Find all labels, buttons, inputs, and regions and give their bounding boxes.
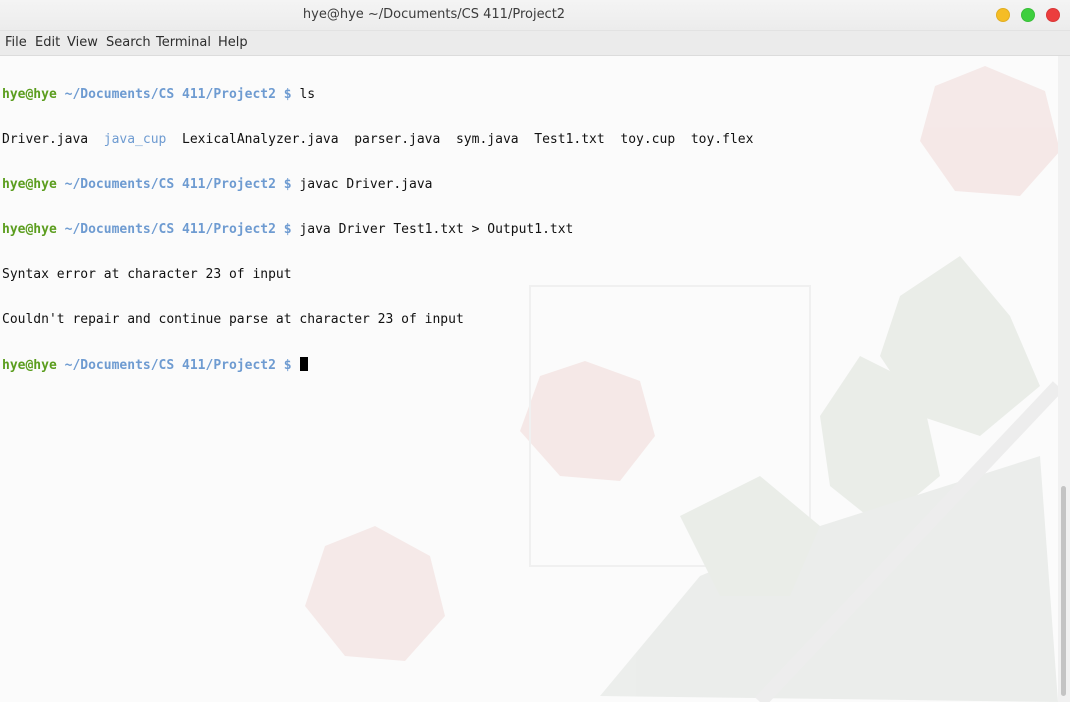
menu-edit[interactable]: Edit (35, 35, 60, 50)
menu-terminal[interactable]: Terminal (156, 35, 211, 50)
terminal-line: Syntax error at character 23 of input (2, 267, 753, 282)
close-button[interactable] (1046, 8, 1060, 22)
prompt-user: hye@hye (2, 87, 57, 102)
scrollbar-thumb[interactable] (1061, 486, 1066, 696)
terminal-line: Couldn't repair and continue parse at ch… (2, 312, 753, 327)
title-bar[interactable]: hye@hye ~/Documents/CS 411/Project2 (0, 0, 1070, 31)
file-entry: parser.java (354, 132, 441, 147)
directory-entry: java_cup (103, 132, 167, 147)
menu-help[interactable]: Help (218, 35, 248, 50)
command-text: ls (299, 87, 316, 102)
prompt-path: ~/Documents/CS 411/Project2 $ (64, 222, 292, 237)
menu-bar: File Edit View Search Terminal Help (0, 31, 1070, 56)
command-text: java Driver Test1.txt > Output1.txt (299, 222, 574, 237)
menu-view[interactable]: View (67, 35, 98, 50)
terminal-window: hye@hye ~/Documents/CS 411/Project2 File… (0, 0, 1070, 702)
prompt-path: ~/Documents/CS 411/Project2 $ (64, 358, 292, 373)
file-entry: Driver.java (2, 132, 89, 147)
terminal-line: hye@hye ~/Documents/CS 411/Project2 $ ls (2, 87, 753, 102)
output-text: Syntax error at character 23 of input (2, 267, 292, 282)
file-entry: toy.flex (690, 132, 754, 147)
file-entry: toy.cup (620, 132, 676, 147)
menu-file[interactable]: File (5, 35, 27, 50)
file-entry: sym.java (455, 132, 519, 147)
maximize-button[interactable] (1021, 8, 1035, 22)
prompt-user: hye@hye (2, 222, 57, 237)
terminal-area[interactable]: hye@hye ~/Documents/CS 411/Project2 $ ls… (0, 56, 1058, 702)
prompt-user: hye@hye (2, 358, 57, 373)
minimize-button[interactable] (996, 8, 1010, 22)
terminal-line: hye@hye ~/Documents/CS 411/Project2 $ (2, 357, 753, 373)
terminal-line: hye@hye ~/Documents/CS 411/Project2 $ ja… (2, 222, 753, 237)
file-entry: LexicalAnalyzer.java (182, 132, 339, 147)
command-text: javac Driver.java (299, 177, 433, 192)
menu-search[interactable]: Search (106, 35, 151, 50)
prompt-path: ~/Documents/CS 411/Project2 $ (64, 87, 292, 102)
terminal-line: Driver.java java_cup LexicalAnalyzer.jav… (2, 132, 753, 147)
output-text: Couldn't repair and continue parse at ch… (2, 312, 464, 327)
window-title: hye@hye ~/Documents/CS 411/Project2 (302, 7, 566, 22)
file-entry: Test1.txt (534, 132, 605, 147)
prompt-user: hye@hye (2, 177, 57, 192)
terminal-line: hye@hye ~/Documents/CS 411/Project2 $ ja… (2, 177, 753, 192)
terminal-output: hye@hye ~/Documents/CS 411/Project2 $ ls… (2, 57, 753, 402)
scrollbar[interactable] (1058, 56, 1070, 702)
prompt-path: ~/Documents/CS 411/Project2 $ (64, 177, 292, 192)
text-cursor (300, 357, 309, 371)
